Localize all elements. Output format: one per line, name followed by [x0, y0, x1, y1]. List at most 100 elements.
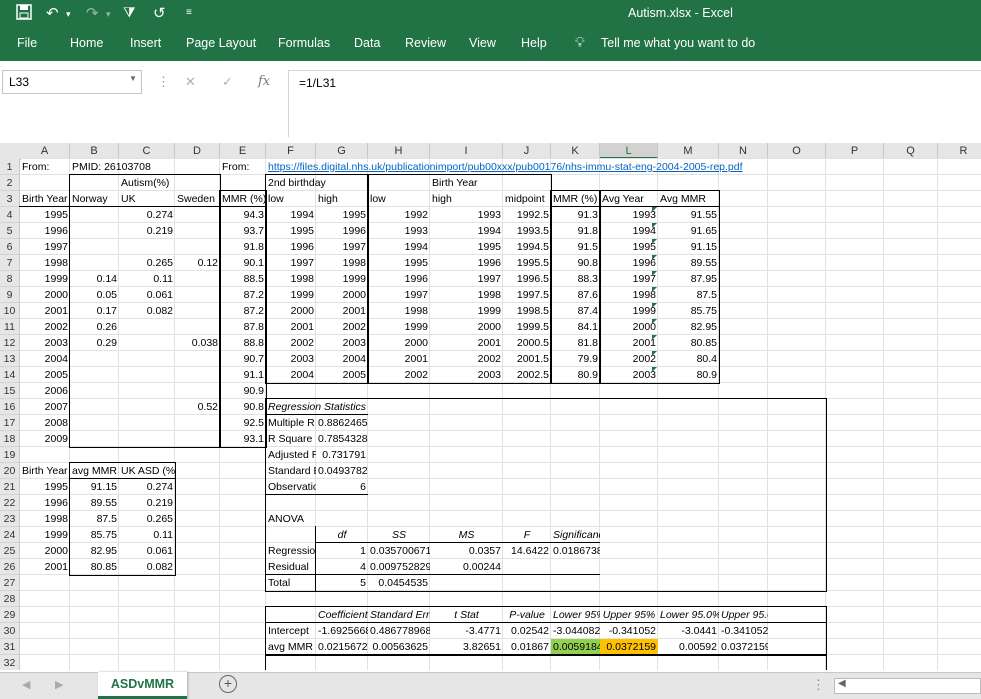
table2-header[interactable]: Birth Year	[20, 463, 70, 479]
table2-cell[interactable]: 0.219	[119, 495, 175, 511]
row-header-25[interactable]: 25	[0, 543, 20, 559]
cancel-icon[interactable]: ✕	[185, 74, 196, 90]
column-title[interactable]: low	[368, 191, 430, 207]
row-header-1[interactable]: 1	[0, 159, 20, 175]
table-cell[interactable]: 1994	[430, 223, 503, 239]
table-cell[interactable]: 1997	[430, 271, 503, 287]
table-cell[interactable]: 1998	[266, 271, 316, 287]
table-cell[interactable]: 2002.5	[503, 367, 551, 383]
column-header-q[interactable]: Q	[884, 143, 938, 159]
table-cell[interactable]: 91.3	[551, 207, 600, 223]
table-cell[interactable]: 0.061	[119, 287, 175, 303]
scroll-left-arrow-icon[interactable]: ◀	[838, 678, 846, 689]
table-cell[interactable]: 80.9	[658, 367, 719, 383]
table-cell[interactable]: 0.52	[175, 399, 220, 415]
coef-header[interactable]: Upper 95.0%	[719, 607, 768, 623]
table2-cell[interactable]: 0.11	[119, 527, 175, 543]
stat-label[interactable]: Adjusted R Square	[266, 447, 316, 463]
anova-header[interactable]: MS	[430, 527, 503, 543]
coef-cell[interactable]: -1.6925668	[316, 623, 368, 639]
customize-icon[interactable]: ≡	[186, 7, 192, 18]
column-title[interactable]: midpoint	[503, 191, 551, 207]
table-cell[interactable]: 1997	[266, 255, 316, 271]
row-header-26[interactable]: 26	[0, 559, 20, 575]
stat-value[interactable]: 0.731791	[316, 447, 368, 463]
anova-cell[interactable]: 14.6422	[503, 543, 551, 559]
insert-function-icon[interactable]: fx	[258, 74, 270, 89]
column-title[interactable]: MMR (%)	[220, 191, 266, 207]
anova-header[interactable]: Significance F	[551, 527, 600, 543]
table-cell[interactable]: 1999	[266, 287, 316, 303]
table-cell[interactable]: 88.5	[220, 271, 266, 287]
table-cell[interactable]: 1996.5	[503, 271, 551, 287]
scroll-left-icon[interactable]: ◀	[22, 678, 30, 691]
table-cell[interactable]: 93.7	[220, 223, 266, 239]
table-cell[interactable]: 1994	[266, 207, 316, 223]
row-header-24[interactable]: 24	[0, 527, 20, 543]
row-header-2[interactable]: 2	[0, 175, 20, 191]
column-header-r[interactable]: R	[938, 143, 981, 159]
table-cell[interactable]: 0.038	[175, 335, 220, 351]
table-cell[interactable]: 2001	[600, 335, 658, 351]
table-cell[interactable]: 90.1	[220, 255, 266, 271]
coef-cell[interactable]: 0.02542	[503, 623, 551, 639]
anova-cell[interactable]: 0.035700671	[368, 543, 430, 559]
coef-cell[interactable]: Intercept	[266, 623, 316, 639]
table-cell[interactable]: 1996	[368, 271, 430, 287]
anova-cell[interactable]: Regression	[266, 543, 316, 559]
coef-cell[interactable]: -3.044082	[551, 623, 600, 639]
table-cell[interactable]: 85.75	[658, 303, 719, 319]
table-cell[interactable]: 1995	[266, 223, 316, 239]
pmid-label[interactable]: PMID: 26103708	[70, 159, 175, 175]
more-options-icon[interactable]: ⋮	[157, 74, 170, 90]
column-title[interactable]: low	[266, 191, 316, 207]
table2-cell[interactable]: 0.061	[119, 543, 175, 559]
row-header-15[interactable]: 15	[0, 383, 20, 399]
table-cell[interactable]: 0.11	[119, 271, 175, 287]
coef-header[interactable]: P-value	[503, 607, 551, 623]
coef-cell[interactable]: 0.0059184	[551, 639, 600, 655]
table-cell[interactable]: 1993	[368, 223, 430, 239]
row-header-14[interactable]: 14	[0, 367, 20, 383]
table2-cell[interactable]: 0.082	[119, 559, 175, 575]
table-cell[interactable]: 0.082	[119, 303, 175, 319]
table-cell[interactable]: 2005	[316, 367, 368, 383]
row-header-12[interactable]: 12	[0, 335, 20, 351]
coef-cell[interactable]: 0.01867	[503, 639, 551, 655]
from-label[interactable]: From:	[220, 159, 266, 175]
anova-header[interactable]: df	[316, 527, 368, 543]
coef-cell[interactable]: 0.486778968	[368, 623, 430, 639]
save-icon[interactable]	[16, 4, 32, 24]
table2-cell[interactable]: 91.15	[70, 479, 119, 495]
table-cell[interactable]: 2003	[20, 335, 70, 351]
table2-cell[interactable]: 2001	[20, 559, 70, 575]
column-title[interactable]: Birth Year	[20, 191, 70, 207]
row-header-9[interactable]: 9	[0, 287, 20, 303]
anova-cell[interactable]: Residual	[266, 559, 316, 575]
table-cell[interactable]: 2001	[368, 351, 430, 367]
coef-cell[interactable]: -3.0441	[658, 623, 719, 639]
table-cell[interactable]: 2000	[316, 287, 368, 303]
table2-cell[interactable]: 2000	[20, 543, 70, 559]
add-sheet-icon[interactable]: +	[219, 675, 237, 693]
table-cell[interactable]: 2003	[600, 367, 658, 383]
table2-cell[interactable]: 1998	[20, 511, 70, 527]
column-header-p[interactable]: P	[826, 143, 884, 159]
coef-cell[interactable]: -0.341052	[600, 623, 658, 639]
table-cell[interactable]: 2000	[368, 335, 430, 351]
column-header-k[interactable]: K	[551, 143, 600, 159]
table-cell[interactable]: 2001	[20, 303, 70, 319]
table-cell[interactable]: 1999	[316, 271, 368, 287]
table-cell[interactable]: 0.26	[70, 319, 119, 335]
second-birthday-header[interactable]: 2nd birthday	[266, 175, 368, 191]
anova-cell[interactable]: 0.0357	[430, 543, 503, 559]
table-cell[interactable]: 2001	[316, 303, 368, 319]
table-cell[interactable]: 2002	[316, 319, 368, 335]
row-header-21[interactable]: 21	[0, 479, 20, 495]
row-header-22[interactable]: 22	[0, 495, 20, 511]
table-cell[interactable]: 91.5	[551, 239, 600, 255]
column-header-b[interactable]: B	[70, 143, 119, 159]
table-cell[interactable]: 1997	[20, 239, 70, 255]
table-cell[interactable]: 2000	[600, 319, 658, 335]
table2-cell[interactable]: 0.274	[119, 479, 175, 495]
